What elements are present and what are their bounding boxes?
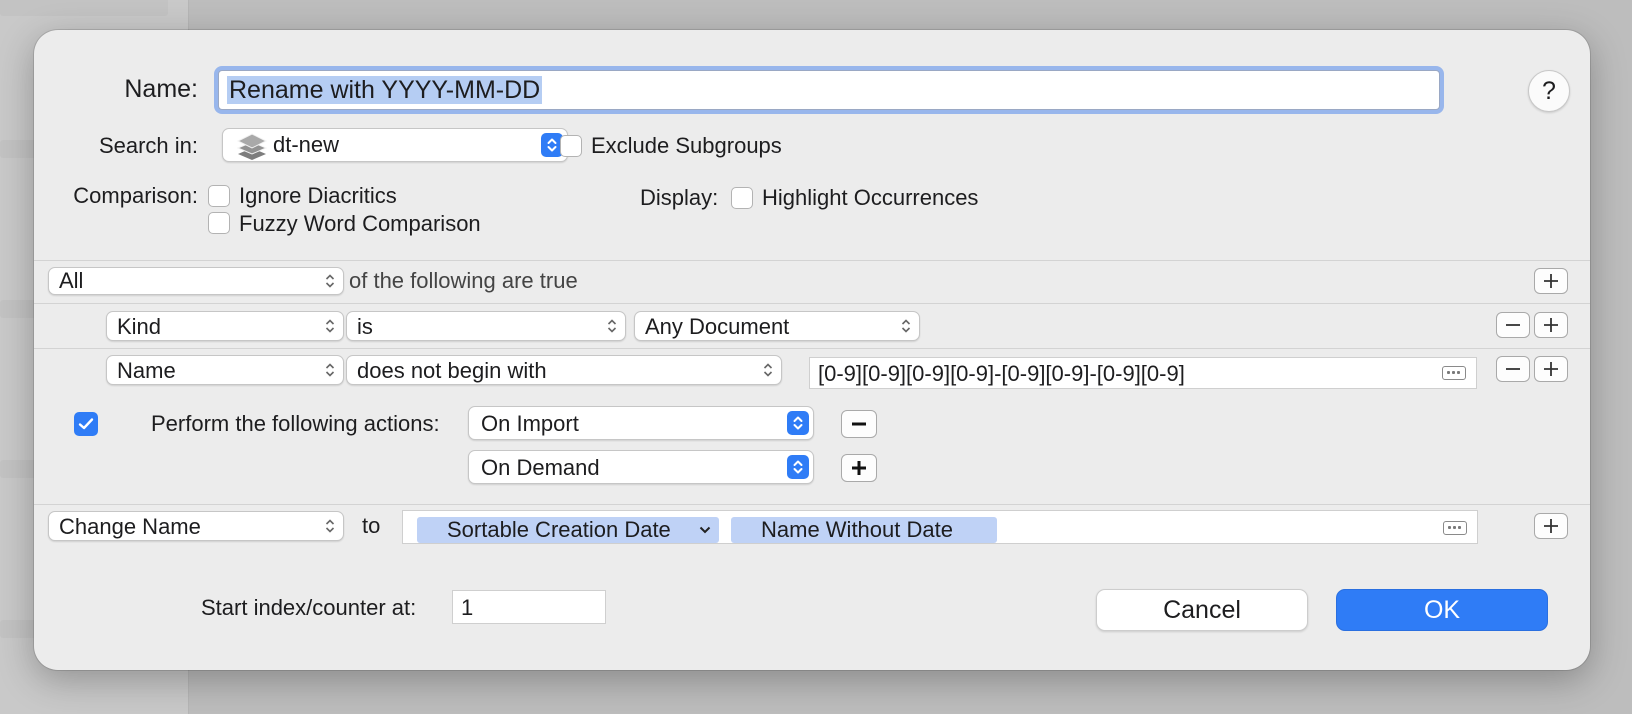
add-condition-button[interactable]	[1534, 268, 1568, 294]
trigger-popup[interactable]: On Demand	[468, 450, 814, 484]
separator	[34, 348, 1590, 349]
condition-value-text: [0-9][0-9][0-9][0-9]-[0-9][0-9]-[0-9][0-…	[818, 361, 1185, 386]
match-mode-value: All	[59, 268, 84, 293]
separator	[34, 260, 1590, 261]
ellipsis-icon[interactable]	[1442, 366, 1466, 380]
comparison-label: Comparison:	[73, 183, 198, 208]
start-index-label: Start index/counter at:	[201, 595, 417, 620]
condition-operator-value: is	[357, 314, 373, 339]
name-label: Name:	[124, 75, 198, 103]
database-icon	[235, 131, 269, 166]
chevron-down-icon	[699, 526, 711, 534]
separator	[34, 504, 1590, 505]
minus-icon	[1506, 368, 1520, 370]
name-field[interactable]: Rename with YYYY-MM-DD	[218, 70, 1440, 110]
add-trigger-button[interactable]	[841, 454, 877, 482]
ok-button[interactable]: OK	[1336, 589, 1548, 631]
action-popup[interactable]: Change Name	[48, 511, 344, 541]
exclude-subgroups-checkbox[interactable]	[560, 135, 582, 157]
plus-icon	[1544, 274, 1558, 288]
token-label: Sortable Creation Date	[447, 517, 671, 542]
plus-icon	[1544, 519, 1558, 533]
highlight-occurrences-label: Highlight Occurrences	[762, 185, 979, 210]
start-index-value: 1	[461, 595, 474, 620]
display-label: Display:	[640, 185, 719, 210]
search-in-label: Search in:	[98, 133, 198, 158]
background-row	[0, 0, 168, 16]
action-value: Change Name	[59, 514, 201, 539]
popup-arrows-icon	[901, 319, 911, 333]
popup-arrows-icon	[325, 274, 335, 288]
minus-icon	[1506, 324, 1520, 326]
token-label: Name Without Date	[761, 517, 953, 542]
trigger-value: On Import	[481, 411, 579, 436]
plus-icon	[852, 461, 866, 475]
condition-field-popup[interactable]: Name	[106, 355, 344, 385]
match-suffix: of the following are true	[349, 268, 578, 293]
ignore-diacritics-label: Ignore Diacritics	[239, 183, 397, 208]
add-condition-button[interactable]	[1534, 312, 1568, 338]
condition-field-value: Name	[117, 358, 176, 383]
cancel-button[interactable]: Cancel	[1096, 589, 1308, 631]
remove-trigger-button[interactable]	[841, 410, 877, 438]
ignore-diacritics-checkbox[interactable]	[208, 185, 230, 207]
smart-rule-dialog: Name: Rename with YYYY-MM-DD ? Search in…	[34, 30, 1590, 670]
fuzzy-word-checkbox[interactable]	[208, 212, 230, 234]
exclude-subgroups-label: Exclude Subgroups	[591, 133, 782, 158]
condition-value-field[interactable]: [0-9][0-9][0-9][0-9]-[0-9][0-9]-[0-9][0-…	[809, 357, 1477, 389]
token-name-without-date[interactable]: Name Without Date	[731, 517, 997, 543]
popup-arrows-icon	[787, 411, 809, 435]
match-mode-popup[interactable]: All	[48, 267, 344, 295]
checkmark-icon	[78, 418, 94, 430]
condition-operator-popup[interactable]: is	[346, 311, 626, 341]
name-value: Rename with YYYY-MM-DD	[227, 76, 543, 104]
popup-arrows-icon	[763, 363, 773, 377]
highlight-occurrences-checkbox[interactable]	[731, 187, 753, 209]
remove-condition-button[interactable]	[1496, 356, 1530, 382]
add-condition-button[interactable]	[1534, 356, 1568, 382]
search-in-popup[interactable]: dt-new	[222, 128, 568, 162]
minus-icon	[852, 422, 866, 426]
to-label: to	[362, 513, 381, 538]
trigger-value: On Demand	[481, 455, 600, 480]
add-action-button[interactable]	[1534, 513, 1568, 539]
condition-field-popup[interactable]: Kind	[106, 311, 344, 341]
condition-value-value: Any Document	[645, 314, 790, 339]
fuzzy-word-label: Fuzzy Word Comparison	[239, 211, 481, 236]
remove-condition-button[interactable]	[1496, 312, 1530, 338]
condition-operator-value: does not begin with	[357, 358, 547, 383]
ellipsis-icon[interactable]	[1443, 521, 1467, 535]
help-button[interactable]: ?	[1528, 70, 1570, 112]
search-in-value: dt-new	[273, 132, 340, 157]
plus-icon	[1544, 318, 1558, 332]
trigger-popup[interactable]: On Import	[468, 406, 814, 440]
popup-arrows-icon	[325, 319, 335, 333]
popup-arrows-icon	[607, 319, 617, 333]
condition-value-popup[interactable]: Any Document	[634, 311, 920, 341]
perform-actions-label: Perform the following actions:	[151, 411, 440, 436]
token-sortable-creation-date[interactable]: Sortable Creation Date	[417, 517, 719, 543]
perform-actions-checkbox[interactable]	[74, 412, 98, 436]
action-value-field[interactable]: Sortable Creation Date Name Without Date	[402, 510, 1478, 544]
plus-icon	[1544, 362, 1558, 376]
popup-arrows-icon	[325, 519, 335, 533]
start-index-field[interactable]: 1	[452, 590, 606, 624]
condition-field-value: Kind	[117, 314, 162, 339]
condition-operator-popup[interactable]: does not begin with	[346, 355, 782, 385]
popup-arrows-icon	[325, 363, 335, 377]
separator	[34, 303, 1590, 304]
popup-arrows-icon	[787, 455, 809, 479]
